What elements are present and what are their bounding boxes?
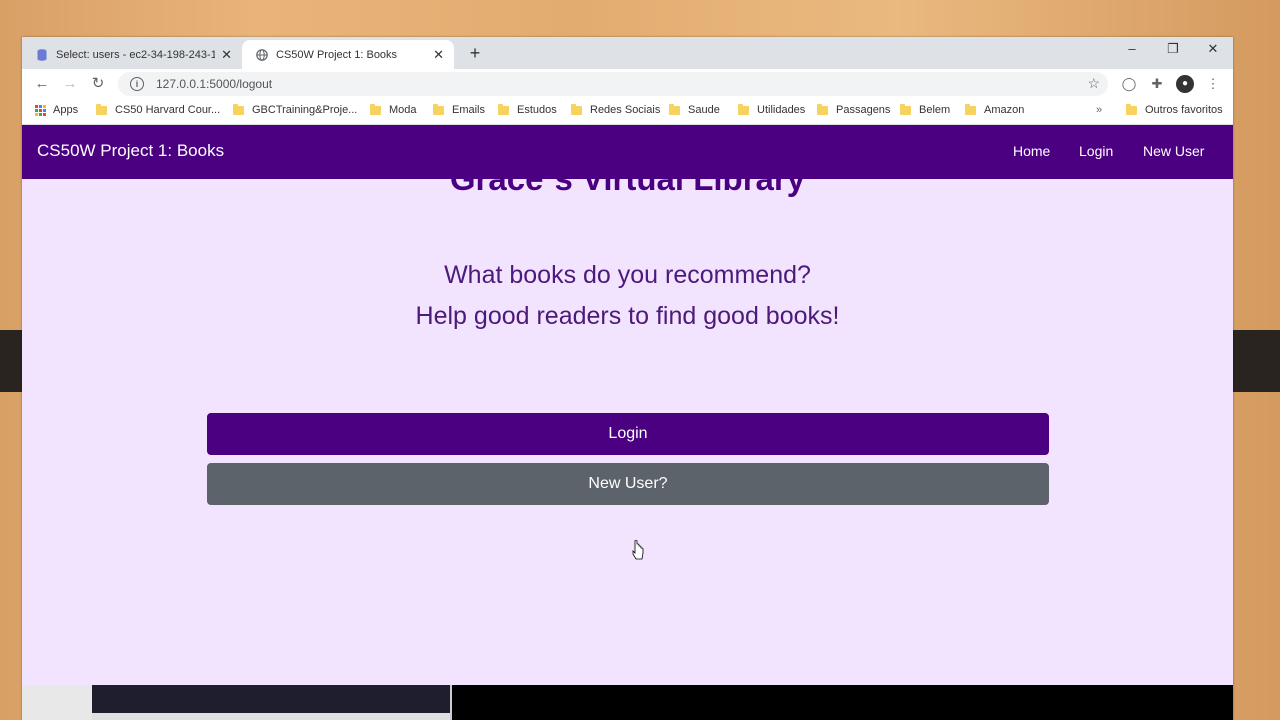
folder-icon	[669, 103, 680, 115]
bookmark-folder[interactable]: Saude	[669, 103, 720, 116]
folder-icon	[571, 103, 582, 115]
window-thumbnail[interactable]	[92, 685, 452, 720]
bookmark-folder[interactable]: Belem	[900, 103, 950, 116]
info-icon[interactable]: i	[130, 77, 144, 91]
nav-link-new-user[interactable]: New User	[1143, 143, 1204, 159]
globe-icon	[256, 48, 268, 61]
folder-icon	[900, 103, 911, 115]
folder-icon	[433, 103, 444, 115]
close-window-icon[interactable]: ✕	[1198, 41, 1228, 57]
bookmark-apps[interactable]: Apps	[35, 104, 78, 116]
folder-icon	[370, 103, 381, 115]
address-bar[interactable]: i ☆	[118, 72, 1108, 96]
tab-title: Select: users - ec2-34-198-243-1…	[56, 48, 216, 61]
bookmark-folder[interactable]: Emails	[433, 103, 485, 116]
bookmark-star-icon[interactable]: ☆	[1087, 75, 1100, 92]
bookmark-folder[interactable]: Passagens	[817, 103, 890, 116]
bookmark-folder[interactable]: GBCTraining&Proje...	[233, 103, 357, 116]
new-user-button[interactable]: New User?	[207, 463, 1049, 505]
new-tab-button[interactable]: +	[465, 43, 485, 64]
nav-link-login[interactable]: Login	[1079, 143, 1113, 159]
menu-dots-icon[interactable]: ⋮	[1204, 75, 1222, 93]
tab-cs50w-books[interactable]: CS50W Project 1: Books ✕	[242, 40, 454, 69]
folder-icon	[817, 103, 828, 115]
window-thumbnail[interactable]	[22, 685, 92, 720]
folder-icon	[96, 103, 107, 115]
bookmark-folder[interactable]: Amazon	[965, 103, 1024, 116]
minimize-icon[interactable]: –	[1117, 41, 1147, 56]
tab-strip: Select: users - ec2-34-198-243-1… ✕ CS50…	[22, 37, 1233, 69]
browser-window: Select: users - ec2-34-198-243-1… ✕ CS50…	[22, 37, 1233, 720]
web-page: CS50W Project 1: Books Home Login New Us…	[22, 125, 1233, 685]
bookmark-folder[interactable]: Moda	[370, 103, 417, 116]
database-icon	[36, 48, 48, 61]
folder-icon	[1126, 103, 1137, 115]
desktop-band-left	[0, 330, 22, 392]
close-icon[interactable]: ✕	[221, 47, 232, 63]
folder-icon	[738, 103, 749, 115]
taskbar-preview-strip	[22, 685, 1233, 720]
extension-icon[interactable]: ◯	[1120, 75, 1138, 93]
bookmark-folder[interactable]: Utilidades	[738, 103, 805, 116]
login-button[interactable]: Login	[207, 413, 1049, 455]
subtitle-line-2: Help good readers to find good books!	[415, 302, 840, 330]
browser-toolbar: ← → ↻ i ☆ ◯ ✚ ● ⋮	[22, 69, 1233, 99]
bookmark-other-favorites[interactable]: Outros favoritos	[1126, 103, 1223, 116]
forward-icon[interactable]: →	[59, 74, 81, 94]
url-input[interactable]	[154, 76, 958, 92]
nav-link-home[interactable]: Home	[1013, 143, 1050, 159]
close-icon[interactable]: ✕	[433, 47, 444, 63]
page-title: Grace´s Virtual Library	[449, 160, 806, 197]
folder-icon	[498, 103, 509, 115]
profile-avatar[interactable]: ●	[1176, 75, 1194, 93]
tab-title: CS50W Project 1: Books	[276, 48, 398, 61]
bookmark-folder[interactable]: Estudos	[498, 103, 557, 116]
restore-icon[interactable]: ❐	[1158, 41, 1188, 57]
navbar-brand[interactable]: CS50W Project 1: Books	[37, 141, 224, 161]
apps-grid-icon	[35, 104, 46, 116]
folder-icon	[233, 103, 244, 115]
reload-icon[interactable]: ↻	[87, 74, 109, 94]
bookmark-folder[interactable]: Redes Sociais	[571, 103, 660, 116]
folder-icon	[965, 103, 976, 115]
puzzle-icon[interactable]: ✚	[1148, 75, 1166, 93]
tab-select-users[interactable]: Select: users - ec2-34-198-243-1… ✕	[22, 40, 242, 69]
mouse-cursor-icon	[632, 540, 644, 560]
subtitle-line-1: What books do you recommend?	[444, 261, 811, 289]
bookmark-folder[interactable]: CS50 Harvard Cour...	[96, 103, 220, 116]
chevron-more-icon[interactable]: »	[1096, 104, 1102, 116]
bookmarks-bar: Apps CS50 Harvard Cour... GBCTraining&Pr…	[22, 99, 1233, 125]
back-icon[interactable]: ←	[31, 74, 53, 94]
desktop-band-right	[1233, 330, 1280, 392]
